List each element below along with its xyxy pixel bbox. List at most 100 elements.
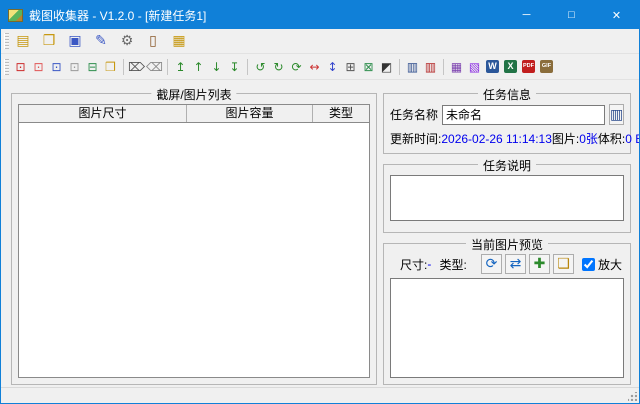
window-title: 截图收集器 - V1.2.0 - [新建任务1] [29,7,504,24]
save-as-button[interactable]: ▥ [422,57,439,77]
app-icon [8,9,23,22]
toolbar-separator [123,59,124,75]
capture-region-button[interactable]: ⊡ [48,57,65,77]
flip-vertical-button[interactable]: ↕ [324,57,341,77]
refresh-preview-icon: ⟳ [486,257,498,271]
move-down-button[interactable]: ↓ [208,57,225,77]
crop-image-button[interactable]: ⊠ [360,57,377,77]
screen-capture-button[interactable]: ▣ [64,30,86,52]
rotate-left-button[interactable]: ↺ [252,57,269,77]
save-image-button[interactable]: ▥ [404,57,421,77]
close-button[interactable]: ✕ [594,1,639,29]
image-count-label: 图片: [552,130,579,147]
preview-buttons: ⟳ ⇄ ✚ ❑ [481,254,574,274]
move-top-button[interactable]: ↥ [172,57,189,77]
copy-preview-button[interactable]: ❑ [553,254,574,274]
minimize-button[interactable]: ─ [504,1,549,29]
rotate-180-button[interactable]: ⟳ [288,57,305,77]
grayscale-icon: ◩ [381,61,392,73]
image-gallery-button[interactable]: ▦ [168,30,190,52]
task-name-input[interactable] [442,105,605,125]
rotate-left-icon: ↺ [255,61,265,73]
updated-time-label: 更新时间: [390,130,441,147]
capture-window-button[interactable]: ⊡ [30,57,47,77]
export-gif-button[interactable]: GIF [538,57,555,77]
export-video-button[interactable]: ▦ [448,57,465,77]
export-excel-icon: X [504,60,517,73]
move-up-button[interactable]: ↑ [190,57,207,77]
capture-fullscreen-button[interactable]: ⊡ [12,57,29,77]
refresh-preview-button[interactable]: ⟳ [481,254,502,274]
column-header-image-size[interactable]: 图片尺寸 [19,105,187,122]
toolbar-gripper[interactable] [4,59,9,75]
copy-preview-icon: ❑ [557,257,570,271]
grayscale-button[interactable]: ◩ [378,57,395,77]
reload-preview-icon: ⇄ [510,257,522,271]
rotate-right-button[interactable]: ↻ [270,57,287,77]
zoom-checkbox[interactable] [582,258,595,271]
toolbar-gripper[interactable] [4,33,9,49]
pin-window-button[interactable]: ✎ [90,30,112,52]
image-list-table: 图片尺寸 图片容量 类型 [18,104,370,378]
settings-gear-button[interactable]: ⚙ [116,30,138,52]
maximize-button[interactable]: □ [549,1,594,29]
total-size-label: 体积: [598,130,625,147]
column-header-type[interactable]: 类型 [313,105,369,122]
preview-type-label: 类型: [440,256,467,273]
image-list-body[interactable] [19,123,369,377]
new-task-icon: ▤ [16,34,29,48]
preview-image-area [390,278,624,378]
rotate-right-icon: ↻ [273,61,283,73]
zoom-checkbox-wrap: 放大 [582,256,622,273]
resize-grip[interactable] [628,392,637,401]
delete-all-button[interactable]: ⌫ [146,57,163,77]
export-video-icon: ▦ [451,61,462,73]
fit-preview-button[interactable]: ✚ [529,254,550,274]
task-desc-textarea[interactable] [390,175,624,221]
export-word-button[interactable]: W [484,57,501,77]
fit-preview-icon: ✚ [534,257,546,271]
window-controls: ─ □ ✕ [504,1,639,29]
toolbar-separator [443,59,444,75]
capture-delay-button[interactable]: ⊡ [66,57,83,77]
open-task-button[interactable]: ❒ [38,30,60,52]
move-bottom-button[interactable]: ↧ [226,57,243,77]
save-task-button[interactable]: ▥ [609,104,624,125]
maximize-icon: □ [568,9,575,21]
task-name-row: 任务名称 ▥ [390,104,624,125]
task-name-label: 任务名称 [390,106,438,123]
resize-image-icon: ⊞ [345,61,355,73]
reload-preview-button[interactable]: ⇄ [505,254,526,274]
import-image-button[interactable]: ❒ [102,57,119,77]
exit-door-button[interactable]: ▯ [142,30,164,52]
flip-vertical-icon: ↕ [327,61,337,73]
preview-group: 当前图片预览 尺寸: - 类型: ⟳⇄✚❑ 放大 [383,243,631,385]
paste-clipboard-icon: ⊟ [87,61,97,73]
export-pdf-button[interactable]: PDF [520,57,537,77]
minimize-icon: ─ [523,9,531,21]
toolbar-image-buttons: ⊡⊡⊡⊡⊟❒⌦⌫↥↑↓↧↺↻⟳↔↕⊞⊠◩▥▥▦▧WXPDFGIF [12,57,555,77]
image-viewer-icon: ▧ [469,61,480,73]
image-count-stat: 图片: 0张 [552,130,598,147]
task-info-group: 任务信息 任务名称 ▥ 更新时间: 2026-02-26 11:14:13 图片… [383,93,631,154]
import-image-icon: ❒ [105,61,116,73]
save-as-icon: ▥ [425,61,436,73]
image-list-header: 图片尺寸 图片容量 类型 [19,105,369,123]
toolbar-separator [247,59,248,75]
new-task-button[interactable]: ▤ [12,30,34,52]
image-gallery-icon: ▦ [172,34,185,48]
column-header-image-capacity[interactable]: 图片容量 [187,105,313,122]
delete-all-icon: ⌫ [146,61,163,73]
settings-gear-icon: ⚙ [121,34,134,48]
image-list-group-title: 截屏/图片列表 [151,86,236,103]
resize-image-button[interactable]: ⊞ [342,57,359,77]
zoom-checkbox-label[interactable]: 放大 [598,256,622,273]
flip-horizontal-button[interactable]: ↔ [306,57,323,77]
toolbar-main-buttons: ▤ ❒▣✎ ⚙ ▯ ▦ [12,30,190,52]
export-excel-button[interactable]: X [502,57,519,77]
paste-clipboard-button[interactable]: ⊟ [84,57,101,77]
capture-window-icon: ⊡ [33,61,43,73]
delete-image-button[interactable]: ⌦ [128,57,145,77]
image-viewer-button[interactable]: ▧ [466,57,483,77]
move-top-icon: ↥ [175,61,185,73]
